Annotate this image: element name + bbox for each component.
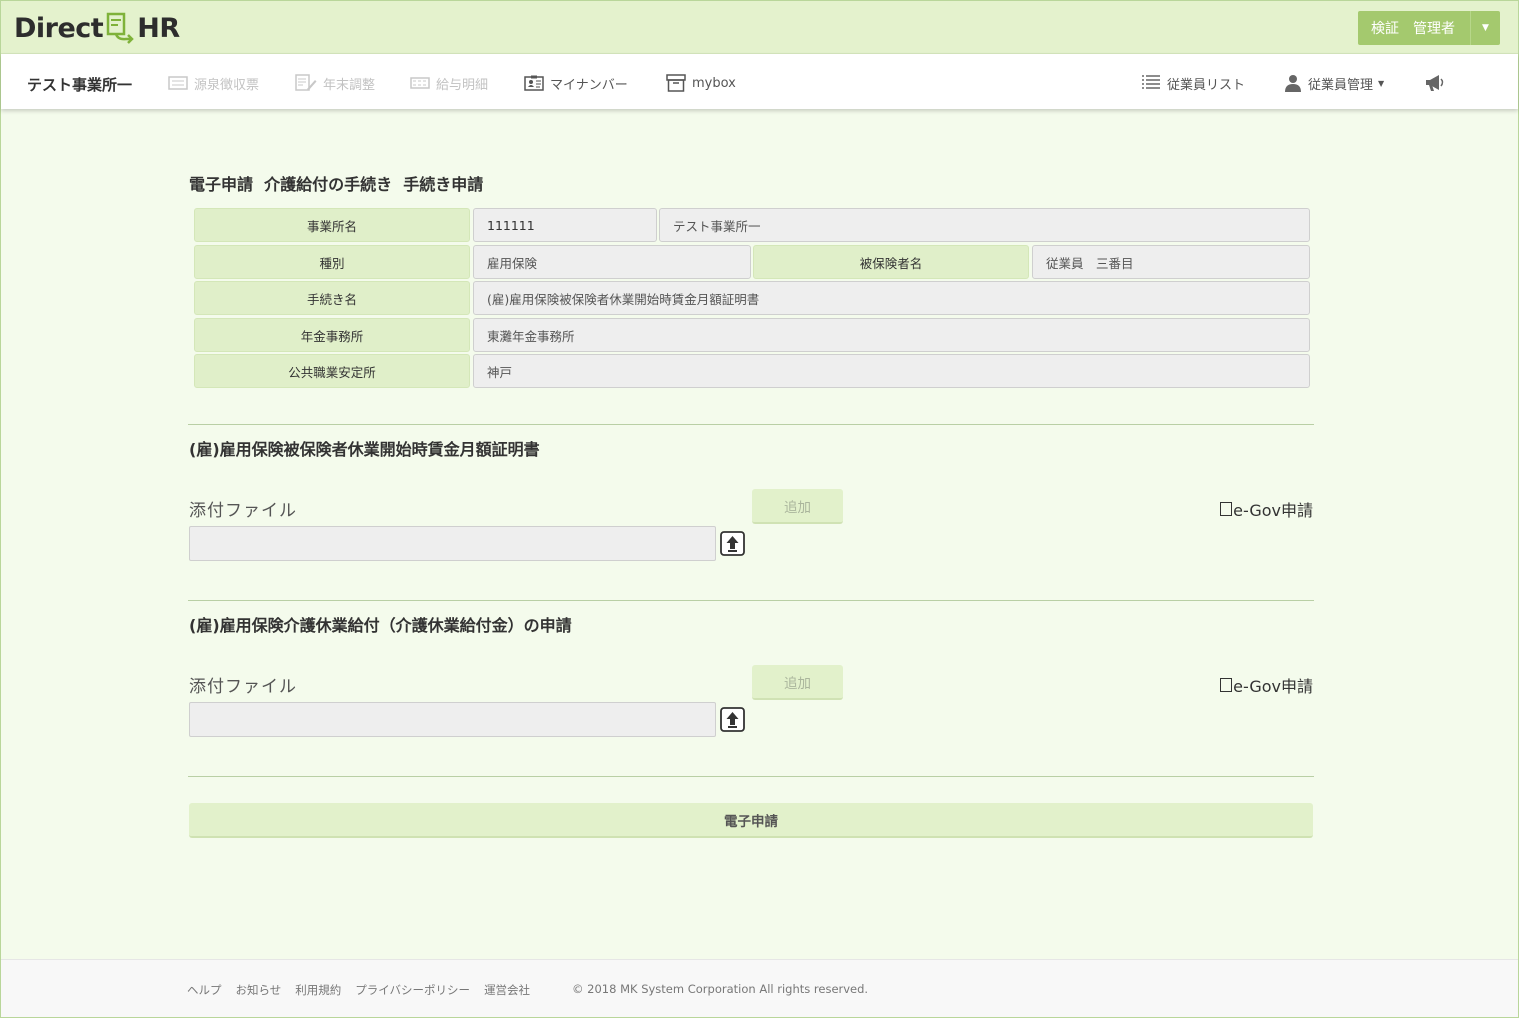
- logo-text-right: HR: [137, 12, 180, 44]
- footer: ヘルプ お知らせ 利用規約 プライバシーポリシー 運営会社 © 2018 MK …: [1, 959, 1518, 1017]
- nav-bar: テスト事業所一 源泉徴収票 年末調整 給与明細 マイナンバー mybox 従業員…: [1, 54, 1518, 109]
- receipt-icon: [168, 76, 188, 90]
- nav-item-year-end[interactable]: 年末調整: [295, 72, 375, 94]
- footer-link-news[interactable]: お知らせ: [236, 982, 282, 998]
- file-input[interactable]: [189, 702, 716, 737]
- page-title: 電子申請 介護給付の手続き 手続き申請: [189, 175, 484, 194]
- hello-work-field: 神戸: [473, 354, 1310, 388]
- archive-box-icon: [666, 74, 686, 92]
- logo-text-left: Direct: [14, 12, 104, 44]
- edit-document-icon: [295, 74, 317, 92]
- nav-item-label: 源泉徴収票: [194, 77, 260, 93]
- nav-item-label: マイナンバー: [550, 77, 628, 93]
- attach-file-label: 添付ファイル: [189, 677, 297, 697]
- info-row-office: 事業所名 111111 テスト事業所一: [194, 208, 1312, 242]
- egov-label: e-Gov申請: [1233, 677, 1313, 696]
- office-name-label: 事業所名: [194, 208, 470, 242]
- info-row-pension-office: 年金事務所 東灘年金事務所: [194, 318, 1312, 352]
- upload-icon[interactable]: [720, 707, 745, 732]
- megaphone-icon: [1424, 74, 1446, 92]
- list-icon: [1141, 74, 1161, 92]
- nav-item-label: 従業員リスト: [1167, 77, 1246, 93]
- egov-label: e-Gov申請: [1233, 501, 1313, 520]
- checkbox-icon[interactable]: [1220, 678, 1233, 692]
- divider: [188, 600, 1314, 601]
- nav-item-employee-manage[interactable]: 従業員管理 ▼: [1284, 72, 1384, 94]
- procedure-label: 手続き名: [194, 281, 470, 315]
- pension-office-label: 年金事務所: [194, 318, 470, 352]
- info-row-hello-work: 公共職業安定所 神戸: [194, 354, 1312, 388]
- office-name: テスト事業所一: [27, 76, 133, 94]
- user-menu-button[interactable]: 検証 管理者 ▼: [1358, 11, 1500, 45]
- nav-item-label: mybox: [692, 75, 736, 91]
- nav-item-payslip[interactable]: 給与明細: [410, 72, 488, 94]
- procedure-field: (雇)雇用保険被保険者休業開始時賃金月額証明書: [473, 281, 1310, 315]
- insured-name-field: 従業員 三番目: [1032, 245, 1310, 279]
- office-name-field: テスト事業所一: [659, 208, 1310, 242]
- submit-button[interactable]: 電子申請: [189, 803, 1313, 838]
- user-name: 検証 管理者: [1371, 21, 1455, 37]
- add-file-button[interactable]: 追加: [752, 489, 843, 524]
- payslip-icon: [410, 77, 430, 89]
- chevron-down-icon: ▼: [1378, 78, 1385, 88]
- file-input[interactable]: [189, 526, 716, 561]
- megaphone-button[interactable]: [1424, 72, 1452, 94]
- insured-name-label: 被保険者名: [753, 245, 1029, 279]
- egov-checkbox[interactable]: e-Gov申請: [1220, 673, 1313, 697]
- egov-checkbox[interactable]: e-Gov申請: [1220, 497, 1313, 521]
- checkbox-icon[interactable]: [1220, 502, 1233, 516]
- upload-icon[interactable]: [720, 531, 745, 556]
- office-code-field: 111111: [473, 208, 657, 242]
- nav-item-label: 年末調整: [323, 77, 376, 93]
- nav-item-my-number[interactable]: マイナンバー: [524, 72, 628, 94]
- info-row-procedure: 手続き名 (雇)雇用保険被保険者休業開始時賃金月額証明書: [194, 281, 1312, 315]
- section-title: (雇)雇用保険介護休業給付（介護休業給付金）の申請: [189, 616, 572, 635]
- nav-item-withholding[interactable]: 源泉徴収票: [168, 72, 259, 94]
- nav-item-label: 給与明細: [436, 77, 489, 93]
- footer-link-terms[interactable]: 利用規約: [295, 982, 341, 998]
- footer-links: ヘルプ お知らせ 利用規約 プライバシーポリシー 運営会社: [187, 982, 544, 998]
- id-card-icon: [524, 75, 544, 91]
- add-file-button[interactable]: 追加: [752, 665, 843, 700]
- divider: [188, 424, 1314, 425]
- chevron-down-icon[interactable]: ▼: [1470, 11, 1500, 45]
- type-label: 種別: [194, 245, 470, 279]
- nav-item-employee-list[interactable]: 従業員リスト: [1141, 72, 1245, 94]
- logo[interactable]: Direct HR: [14, 11, 180, 45]
- footer-link-privacy[interactable]: プライバシーポリシー: [355, 982, 470, 998]
- divider: [188, 776, 1314, 777]
- section-title: (雇)雇用保険被保険者休業開始時賃金月額証明書: [189, 440, 540, 459]
- type-field: 雇用保険: [473, 245, 751, 279]
- attach-file-label: 添付ファイル: [189, 501, 297, 521]
- footer-link-help[interactable]: ヘルプ: [187, 982, 222, 998]
- pension-office-field: 東灘年金事務所: [473, 318, 1310, 352]
- user-icon: [1284, 74, 1302, 92]
- logo-mark-icon: [106, 12, 134, 44]
- top-header: Direct HR 検証 管理者 ▼: [1, 1, 1518, 54]
- nav-item-label: 従業員管理: [1308, 77, 1374, 93]
- hello-work-label: 公共職業安定所: [194, 354, 470, 388]
- nav-item-mybox[interactable]: mybox: [666, 72, 736, 94]
- footer-link-company[interactable]: 運営会社: [484, 982, 530, 998]
- info-row-type: 種別 雇用保険 被保険者名 従業員 三番目: [194, 245, 1312, 279]
- copyright: © 2018 MK System Corporation All rights …: [572, 982, 869, 996]
